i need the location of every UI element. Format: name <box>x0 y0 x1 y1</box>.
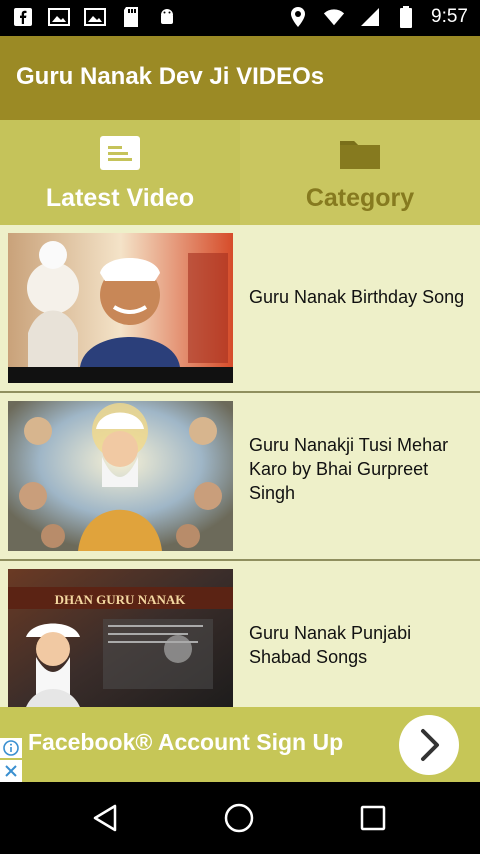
back-icon[interactable] <box>89 800 125 836</box>
image-icon <box>84 6 106 28</box>
navigation-bar <box>0 782 480 854</box>
video-title: Guru Nanak Birthday Song <box>249 287 465 307</box>
info-icon[interactable] <box>0 738 22 758</box>
app-bar: Guru Nanak Dev Ji VIDEOs <box>0 36 480 120</box>
folder-icon <box>339 135 381 171</box>
facebook-icon <box>12 6 34 28</box>
document-icon <box>99 135 141 171</box>
clock: 9:57 <box>431 6 468 27</box>
video-thumbnail: DHAN GURU NANAK <box>8 569 233 707</box>
status-bar: 9:57 <box>0 0 480 36</box>
wifi-icon <box>323 6 345 28</box>
battery-icon <box>395 6 417 28</box>
video-thumbnail <box>8 233 233 383</box>
app-title: Guru Nanak Dev Ji VIDEOs <box>16 63 325 90</box>
close-icon[interactable] <box>0 760 22 782</box>
home-icon[interactable] <box>221 800 257 836</box>
recents-icon[interactable] <box>355 800 391 836</box>
tab-bar: Latest Video Category <box>0 120 480 225</box>
android-icon <box>156 6 178 28</box>
tab-label: Category <box>305 184 415 212</box>
chevron-right-icon[interactable] <box>399 715 459 780</box>
tab-label: Latest Video <box>45 184 195 212</box>
signal-icon <box>359 6 381 28</box>
screen: 9:57 Guru Nanak Dev Ji VIDEOs Latest Vid… <box>0 0 480 854</box>
image-icon <box>48 6 70 28</box>
video-title: Guru Nanakji Tusi Mehar Karo by Bhai Gur… <box>249 435 449 503</box>
tab-latest-video[interactable]: Latest Video <box>0 120 240 225</box>
tab-category[interactable]: Category <box>240 120 480 225</box>
video-list: Guru Nanak Birthday Song Guru Nanakji Tu… <box>0 225 480 707</box>
thumbnail-caption: DHAN GURU NANAK <box>55 592 187 607</box>
location-icon <box>287 6 309 28</box>
list-item[interactable]: Guru Nanakji Tusi Mehar Karo by Bhai Gur… <box>0 393 480 561</box>
ad-text: Facebook® Account Sign Up <box>28 729 344 755</box>
video-title: Guru Nanak Punjabi Shabad Songs <box>249 623 412 667</box>
list-item[interactable]: DHAN GURU NANAK Guru Nanak Punjabi Shaba… <box>0 561 480 707</box>
list-item[interactable]: Guru Nanak Birthday Song <box>0 225 480 393</box>
sd-card-icon <box>120 6 142 28</box>
video-thumbnail <box>8 401 233 551</box>
